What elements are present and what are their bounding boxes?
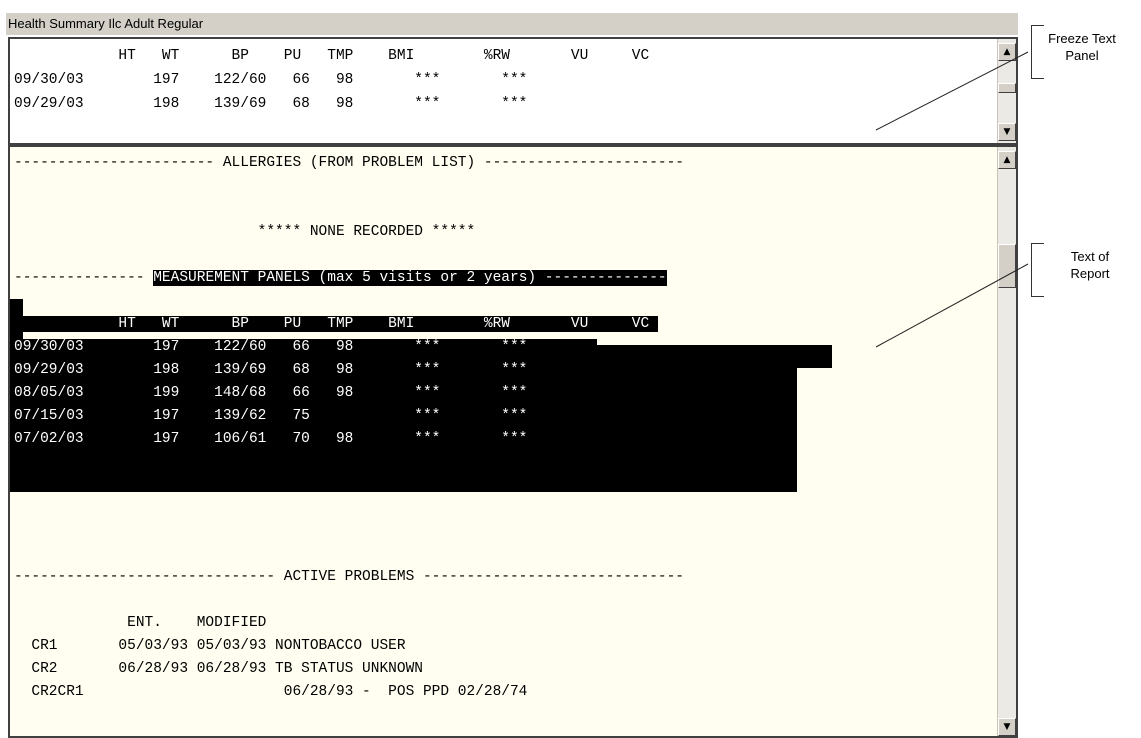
report-callout-label: Text of Report [1060,248,1120,282]
report-callout-line1: Text of [1070,249,1110,264]
freeze-leader-line [875,51,1029,131]
freeze-callout-label: Freeze Text Panel [1044,30,1120,64]
freeze-callout-line2: Panel [1065,48,1099,63]
freeze-callout-line1: Freeze Text [1048,31,1116,46]
report-callout-line2: Report [1070,266,1110,281]
report-callout-bracket [1031,243,1044,297]
freeze-callout-bracket [1031,25,1044,79]
callout-leader-lines [875,51,1029,348]
report-leader-line [875,263,1029,348]
